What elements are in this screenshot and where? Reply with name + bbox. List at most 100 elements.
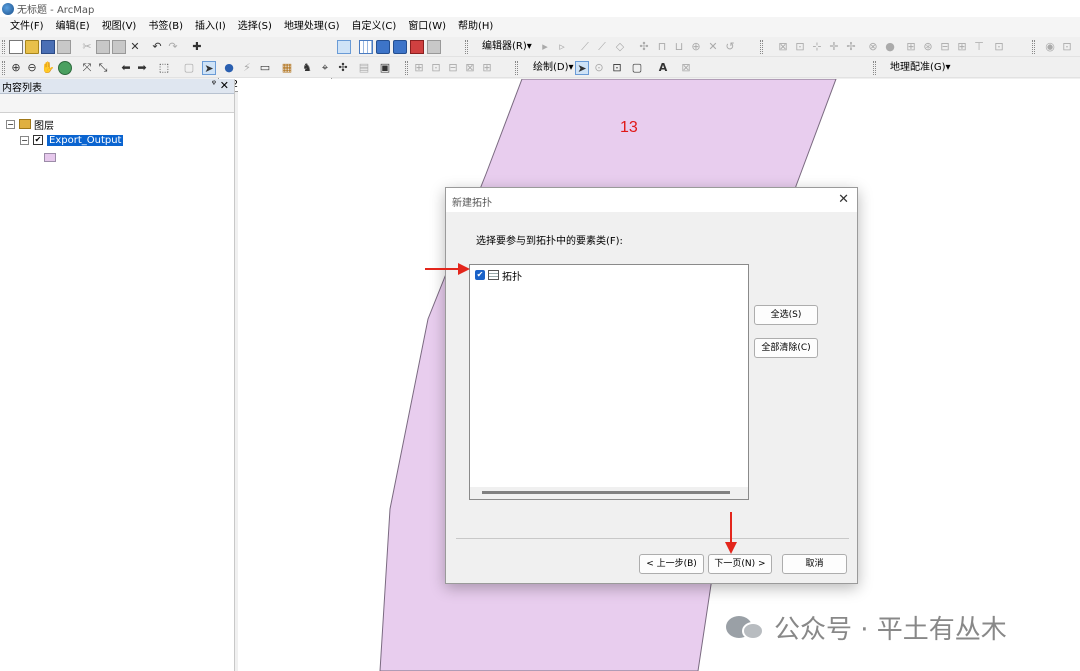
- trace-icon[interactable]: ⟋: [595, 40, 609, 54]
- fixed-zoom-in-icon[interactable]: ⤧: [80, 61, 94, 75]
- cancel-button[interactable]: 取消: [782, 554, 847, 574]
- build-polygons-icon[interactable]: ⊤: [972, 40, 986, 54]
- full-extent-icon[interactable]: [58, 61, 72, 75]
- straight-segment-icon[interactable]: ⟋: [578, 40, 592, 54]
- toolbar-grip[interactable]: [760, 40, 763, 54]
- list-by-visibility-icon[interactable]: [38, 97, 51, 110]
- editor-menu[interactable]: 编辑器(R)▾: [482, 37, 532, 57]
- show-shared-icon[interactable]: ⊛: [921, 40, 935, 54]
- paste-icon[interactable]: [112, 40, 126, 54]
- back-extent-icon[interactable]: ⬅: [119, 61, 133, 75]
- select-features-icon[interactable]: ⬚: [157, 61, 171, 75]
- table-of-contents-icon[interactable]: [359, 40, 373, 54]
- catalog-icon[interactable]: [376, 40, 390, 54]
- edit-annotation-icon[interactable]: ▹: [555, 40, 569, 54]
- topology-edge-icon[interactable]: ✢: [844, 40, 858, 54]
- find-route-icon[interactable]: ⌖: [318, 61, 332, 75]
- edit-vertices-icon[interactable]: ✣: [637, 40, 651, 54]
- toolbar-grip[interactable]: [2, 61, 5, 75]
- label-manager-icon[interactable]: ⊞: [412, 61, 426, 75]
- layer-visibility-checkbox[interactable]: ✔: [33, 135, 43, 145]
- label-priority-icon[interactable]: ⊡: [429, 61, 443, 75]
- add-data-icon[interactable]: ✚: [190, 40, 204, 54]
- error-inspector-icon[interactable]: ●: [883, 40, 897, 54]
- redo-icon[interactable]: ↷: [166, 40, 180, 54]
- georef-tool-icon[interactable]: ◉: [1043, 40, 1057, 54]
- options-icon[interactable]: [76, 97, 89, 110]
- edit-tool-icon[interactable]: ▸: [538, 40, 552, 54]
- topology-edit-icon[interactable]: ⊡: [793, 40, 807, 54]
- shared-features-icon[interactable]: ⊹: [810, 40, 824, 54]
- menu-selection[interactable]: 选择(S): [232, 17, 278, 37]
- toolbar-grip[interactable]: [465, 40, 468, 54]
- layer-name-label[interactable]: Export_Output: [47, 134, 124, 146]
- horizontal-scrollbar[interactable]: [470, 487, 748, 499]
- identify-icon[interactable]: ●: [222, 61, 236, 75]
- construct-features-icon[interactable]: ⊟: [938, 40, 952, 54]
- new-document-icon[interactable]: [9, 40, 23, 54]
- rotate-element-icon[interactable]: ⊙: [592, 61, 606, 75]
- layers-group-row[interactable]: − 图层: [6, 117, 54, 132]
- menu-geoprocessing[interactable]: 地理处理(G): [278, 17, 346, 37]
- menu-file[interactable]: 文件(F): [4, 17, 50, 37]
- menu-help[interactable]: 帮助(H): [452, 17, 499, 37]
- menu-view[interactable]: 视图(V): [96, 17, 143, 37]
- scrollbar-thumb[interactable]: [482, 491, 730, 494]
- menu-insert[interactable]: 插入(I): [189, 17, 232, 37]
- arctoolbox-icon[interactable]: [410, 40, 424, 54]
- drawing-menu[interactable]: 绘制(D)▾: [533, 58, 574, 78]
- list-by-source-icon[interactable]: [21, 97, 34, 110]
- layer-symbol-swatch[interactable]: [44, 153, 56, 162]
- menu-bookmarks[interactable]: 书签(B): [142, 17, 189, 37]
- html-popup-icon[interactable]: ▭: [258, 61, 272, 75]
- python-window-icon[interactable]: [427, 40, 441, 54]
- list-by-selection-icon[interactable]: [55, 97, 68, 110]
- undo-icon[interactable]: ↶: [150, 40, 164, 54]
- find-icon[interactable]: ♞: [300, 61, 314, 75]
- view-unplaced-icon[interactable]: ⊞: [480, 61, 494, 75]
- zoom-out-icon[interactable]: ⊖: [25, 61, 39, 75]
- cut-polygons-icon[interactable]: ⊔: [672, 40, 686, 54]
- list-item[interactable]: ✔ 拓扑: [475, 268, 522, 283]
- toolbar-grip[interactable]: [405, 61, 408, 75]
- rectangle-icon[interactable]: ▢: [630, 61, 644, 75]
- fix-topology-icon[interactable]: ⊞: [904, 40, 918, 54]
- menu-edit[interactable]: 编辑(E): [50, 17, 96, 37]
- fixed-zoom-out-icon[interactable]: ⤡: [96, 61, 110, 75]
- label-weight-icon[interactable]: ⊟: [446, 61, 460, 75]
- toolbar-grip[interactable]: [1032, 40, 1035, 54]
- edit-text-icon[interactable]: ⊠: [679, 61, 693, 75]
- draw-select-icon[interactable]: ➤: [575, 61, 589, 75]
- open-folder-icon[interactable]: [25, 40, 39, 54]
- pan-icon[interactable]: ✋: [41, 61, 55, 75]
- list-by-drawing-order-icon[interactable]: [3, 97, 16, 110]
- copy-icon[interactable]: [96, 40, 110, 54]
- editor-toolbar-icon[interactable]: [337, 40, 351, 54]
- topology-vertex-icon[interactable]: ✛: [827, 40, 841, 54]
- save-icon[interactable]: [41, 40, 55, 54]
- layer-row[interactable]: − ✔ Export_Output: [20, 133, 124, 147]
- clear-all-button[interactable]: 全部清除(C): [754, 338, 818, 358]
- forward-extent-icon[interactable]: ➡: [135, 61, 149, 75]
- rotate-icon[interactable]: ✕: [706, 40, 720, 54]
- print-icon[interactable]: [57, 40, 71, 54]
- toolbar-grip[interactable]: [873, 61, 876, 75]
- lock-labels-icon[interactable]: ⊠: [463, 61, 477, 75]
- back-button[interactable]: < 上一步(B): [639, 554, 704, 574]
- hyperlink-icon[interactable]: ⚡: [240, 61, 254, 75]
- georeferencing-menu[interactable]: 地理配准(G)▾: [890, 58, 951, 78]
- search-window-icon[interactable]: [393, 40, 407, 54]
- validate-icon[interactable]: ⊗: [866, 40, 880, 54]
- menu-windows[interactable]: 窗口(W): [402, 17, 452, 37]
- next-button[interactable]: 下一页(N) >: [708, 554, 772, 574]
- clear-selection-icon[interactable]: ▢: [182, 61, 196, 75]
- reshape-icon[interactable]: ⊓: [655, 40, 669, 54]
- topology-tool-icon[interactable]: ⊠: [776, 40, 790, 54]
- topology-error-icon[interactable]: ⊡: [992, 40, 1006, 54]
- select-all-button[interactable]: 全选(S): [754, 305, 818, 325]
- create-viewer-icon[interactable]: ▣: [378, 61, 392, 75]
- time-slider-icon[interactable]: ▤: [357, 61, 371, 75]
- delete-icon[interactable]: ✕: [128, 40, 142, 54]
- close-icon[interactable]: ✕: [220, 79, 229, 92]
- zoom-in-icon[interactable]: ⊕: [9, 61, 23, 75]
